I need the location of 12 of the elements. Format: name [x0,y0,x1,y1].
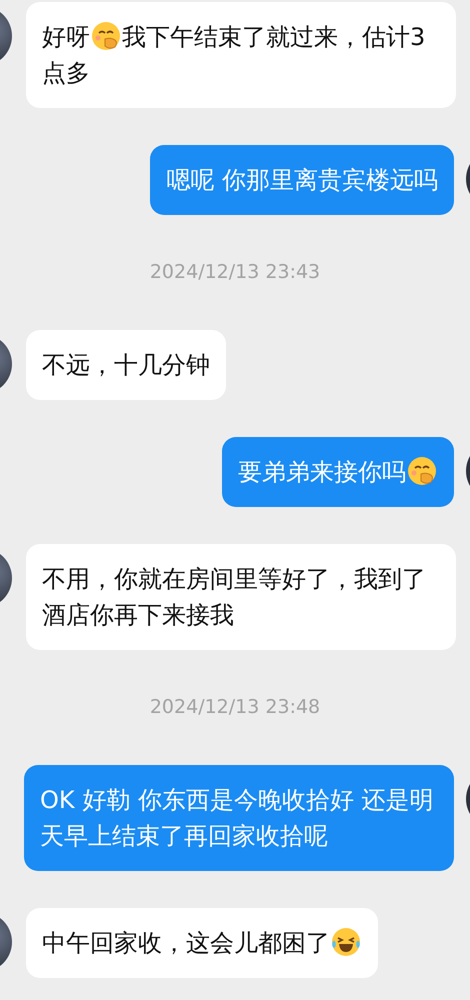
laughing-face-icon [331,927,361,957]
message-text: 不用，你就在房间里等好了，我到了酒店你再下来接我 [42,564,427,631]
message-text: 好呀 我下午结束了就过来，估计3点多 [42,20,426,89]
timestamp: 2024/12/13 23:48 [150,696,320,718]
message-text: 中午回家收，这会儿都困了 [42,925,362,961]
message-text: 要弟弟来接你吗 [238,454,438,490]
hand-over-mouth-face-icon [91,21,121,51]
message-text: 不远，十几分钟 [42,350,210,381]
message-text: 嗯呢 你那里离贵宾楼远吗 [166,165,438,196]
hand-over-mouth-face-icon [407,456,437,486]
message-text: OK 好勒 你东西是今晚收拾好 还是明天早上结束了再回家收拾呢 [40,785,435,852]
timestamp: 2024/12/13 23:43 [150,261,320,283]
